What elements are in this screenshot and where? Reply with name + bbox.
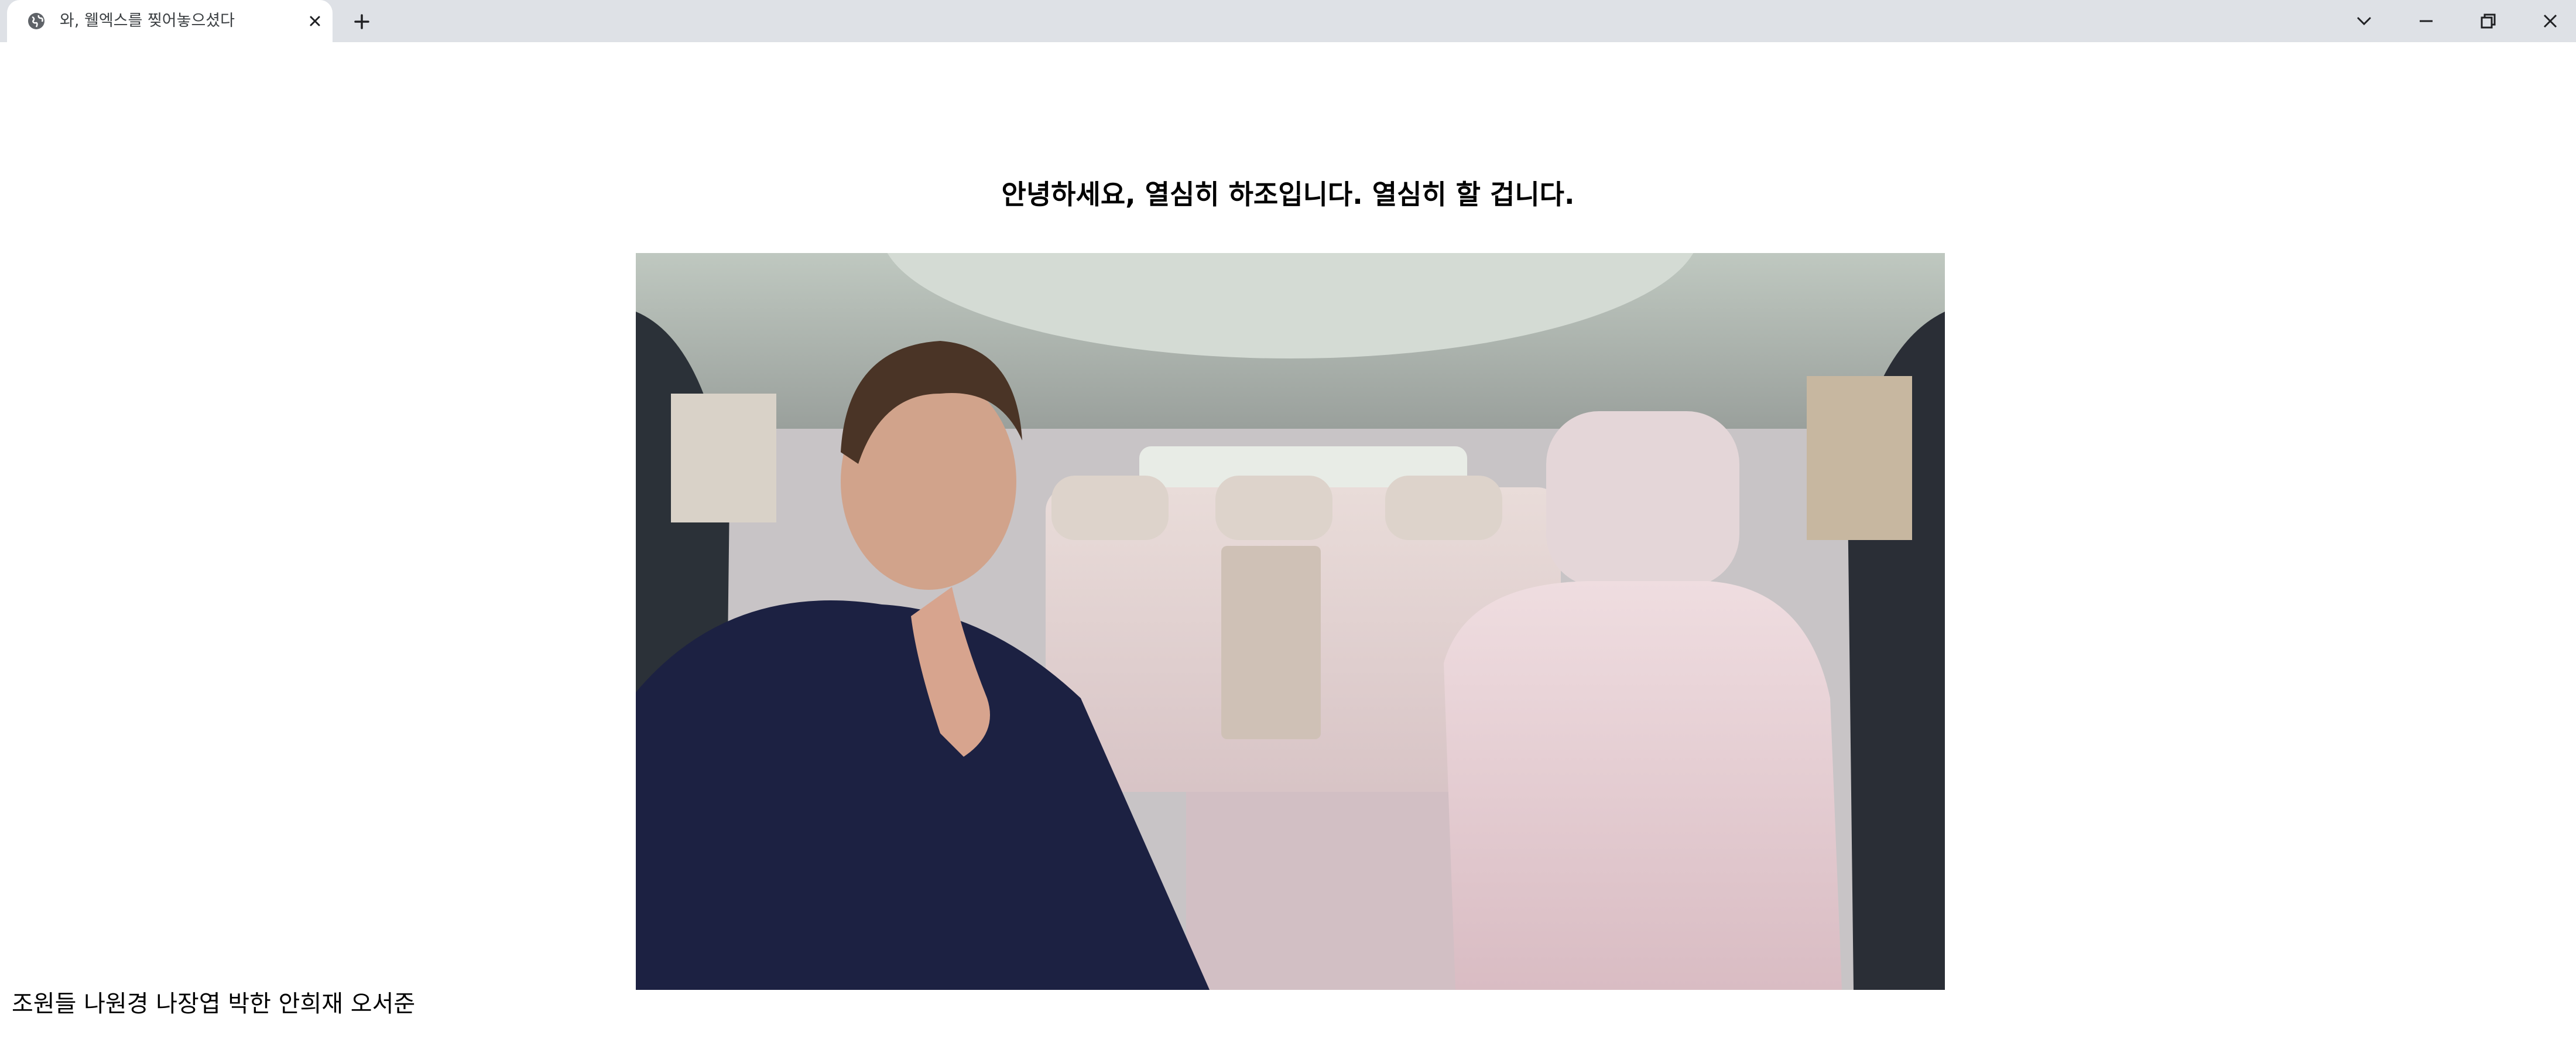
video-frame — [636, 253, 1945, 990]
car-interior-video[interactable] — [636, 253, 1945, 990]
restore-icon[interactable] — [2475, 8, 2501, 34]
page-heading: 안녕하세요, 열심히 하조입니다. 열심히 할 겁니다. — [1001, 179, 1575, 210]
tab-search-chevron-icon[interactable] — [2351, 8, 2377, 34]
new-tab-button[interactable] — [352, 12, 372, 32]
close-window-icon[interactable] — [2537, 8, 2563, 34]
browser-tab[interactable]: 와, 웰엑스를 찢어놓으셨다 — [7, 0, 333, 42]
close-tab-icon[interactable] — [307, 13, 323, 29]
tab-title: 와, 웰엑스를 찢어놓으셨다 — [60, 12, 235, 30]
browser-titlebar: 와, 웰엑스를 찢어놓으셨다 — [0, 0, 2576, 42]
minimize-icon[interactable] — [2413, 8, 2439, 34]
team-members-text: 조원들 나원경 나장엽 박한 안희재 오서준 — [12, 990, 416, 1017]
globe-icon — [28, 13, 44, 29]
